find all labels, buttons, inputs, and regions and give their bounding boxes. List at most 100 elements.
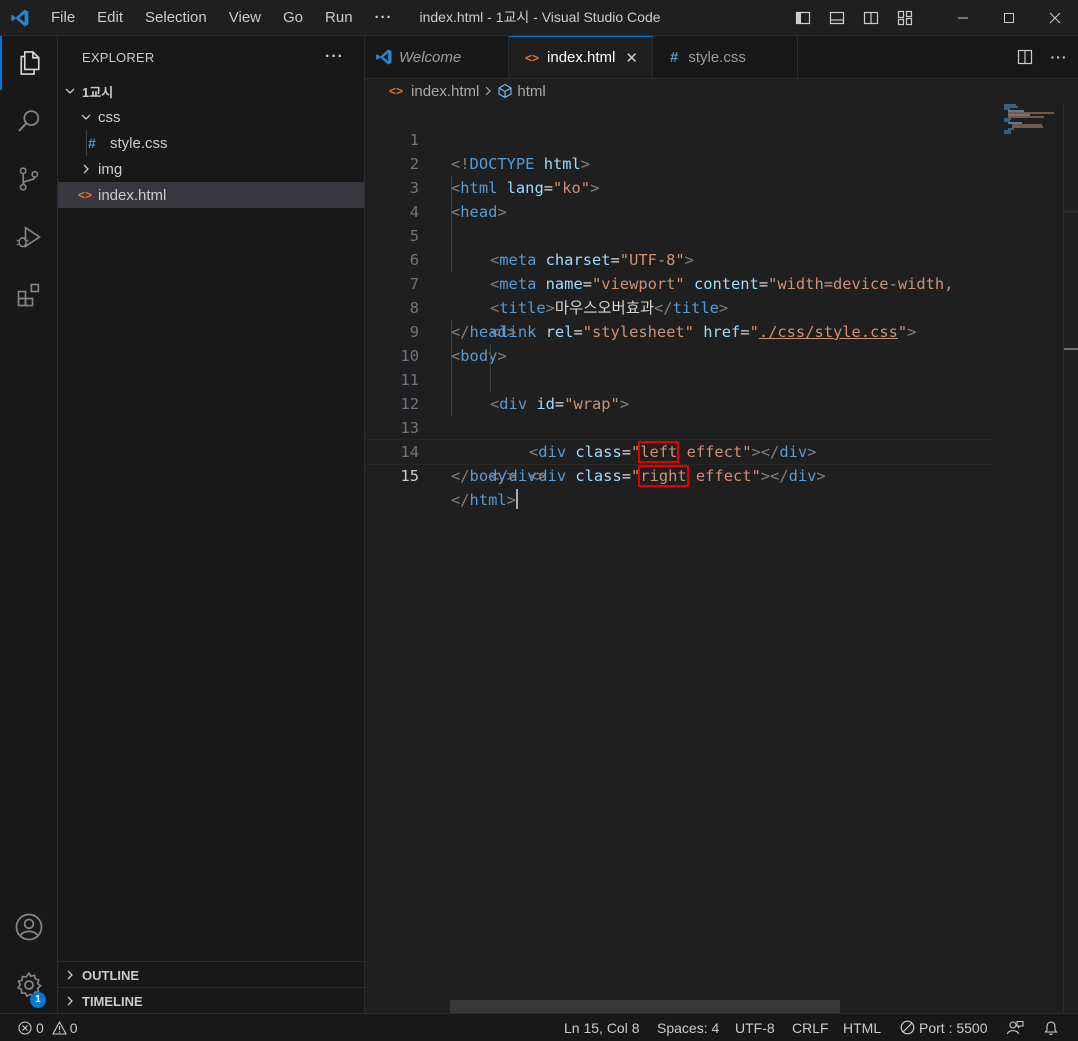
scrollbar-marker <box>1064 210 1078 213</box>
live-server-port[interactable]: Port : 5500 <box>900 1014 988 1041</box>
explorer-root-folder[interactable]: 1교시 <box>58 78 364 104</box>
vscode-logo-icon <box>375 48 393 66</box>
warning-icon <box>51 1020 67 1035</box>
notifications-bell-icon[interactable] <box>1043 1014 1059 1041</box>
code-line: 9 <body> <box>365 296 995 365</box>
tab-label: style.css <box>688 48 746 66</box>
indent-guide <box>451 176 452 200</box>
editor-more-actions-icon[interactable]: ··· <box>1040 49 1078 65</box>
timeline-section[interactable]: TIMELINE <box>58 987 364 1014</box>
chevron-right-icon <box>483 85 493 97</box>
circle-slash-icon <box>900 1020 915 1035</box>
explorer-icon[interactable] <box>0 36 57 90</box>
manage-gear-icon[interactable]: 1 <box>0 958 57 1012</box>
tree-folder-css[interactable]: css <box>58 104 364 130</box>
chevron-down-icon <box>78 109 94 125</box>
minimap[interactable] <box>996 104 1063 1013</box>
window-title: index.html - 1교시 - Visual Studio Code <box>419 9 661 25</box>
close-window-icon[interactable] <box>1032 0 1078 35</box>
encoding-setting[interactable]: UTF-8 <box>735 1014 775 1041</box>
toggle-secondary-sidebar-icon[interactable] <box>854 0 888 35</box>
scroll-position-marker <box>1064 348 1078 350</box>
explorer-more-actions[interactable]: ··· <box>325 48 344 66</box>
code-line: 1 <!DOCTYPE html> <box>365 104 995 173</box>
breadcrumb-symbol[interactable]: html <box>517 83 545 100</box>
code-line: 12 <div class="right effect"></div> <box>365 368 995 487</box>
code-line: 5 <meta name="viewport" content="width=d… <box>365 200 995 293</box>
code-line: 14 </body> <box>365 416 995 485</box>
indent-guide <box>451 248 452 272</box>
vertical-scrollbar[interactable] <box>1063 104 1078 1013</box>
menu-edit[interactable]: Edit <box>86 0 134 35</box>
cursor-position[interactable]: Ln 15, Col 8 <box>564 1014 640 1041</box>
indent-guide <box>490 368 491 392</box>
code-line: 3 <head> <box>365 152 995 221</box>
source-control-icon[interactable] <box>0 152 57 206</box>
indent-guide <box>86 130 87 156</box>
highlighted-class-right: right <box>638 465 689 487</box>
chevron-right-icon <box>62 967 78 983</box>
close-tab-icon[interactable]: ✕ <box>625 49 638 67</box>
tab-index-html[interactable]: <> index.html ✕ <box>509 36 653 78</box>
toggle-primary-sidebar-icon[interactable] <box>786 0 820 35</box>
menu-file[interactable]: File <box>40 0 86 35</box>
code-line: 13 </div> <box>365 392 995 485</box>
code-editor[interactable]: 1 <!DOCTYPE html> 2 <html lang="ko"> 3 <… <box>365 104 995 999</box>
indentation-setting[interactable]: Spaces: 4 <box>657 1014 719 1041</box>
maximize-icon[interactable] <box>986 0 1032 35</box>
toggle-panel-icon[interactable] <box>820 0 854 35</box>
code-line: 4 <meta charset="UTF-8"> <box>365 176 995 269</box>
tab-style-css[interactable]: # style.css <box>654 36 798 78</box>
split-editor-icon[interactable] <box>1010 49 1040 65</box>
indent-guide <box>451 392 452 416</box>
minimize-icon[interactable] <box>940 0 986 35</box>
tree-item-label: css <box>98 108 121 126</box>
tree-item-label: index.html <box>98 186 167 204</box>
port-label: Port : 5500 <box>919 1019 988 1036</box>
eol-setting[interactable]: CRLF <box>792 1014 829 1041</box>
tree-file-style-css[interactable]: # style.css <box>58 130 364 156</box>
line-number: 15 <box>400 467 419 485</box>
feedback-icon[interactable] <box>1006 1014 1024 1041</box>
explorer-sidebar: EXPLORER ··· 1교시 css # style.css img <> … <box>58 36 365 1013</box>
tree-item-label: img <box>98 160 123 178</box>
text-cursor <box>515 489 518 509</box>
code-line: 7 <link rel="stylesheet" href="./css/sty… <box>365 248 995 341</box>
search-icon[interactable] <box>0 94 57 148</box>
run-and-debug-icon[interactable] <box>0 210 57 264</box>
tab-welcome[interactable]: Welcome <box>365 36 509 78</box>
title-bar: File Edit Selection View Go Run ··· inde… <box>0 0 1078 36</box>
indent-guide <box>451 368 452 392</box>
outline-label: OUTLINE <box>82 967 140 983</box>
tab-label: Welcome <box>399 48 462 66</box>
current-code-line: 15 </html> <box>365 439 995 509</box>
tree-item-label: style.css <box>110 134 168 152</box>
indent-guide <box>451 344 452 368</box>
explorer-title: EXPLORER <box>82 49 155 65</box>
indent-guide <box>451 200 452 224</box>
extensions-icon[interactable] <box>0 268 57 322</box>
code-line: 10 <div id="wrap"> <box>365 320 995 413</box>
editor-tabs: Welcome <> index.html ✕ # style.css ··· <box>365 36 1078 79</box>
accounts-icon[interactable] <box>0 900 57 954</box>
chevron-right-icon <box>62 993 78 1009</box>
indent-guide <box>451 320 452 344</box>
menu-selection[interactable]: Selection <box>134 0 218 35</box>
css-file-icon: # <box>88 135 96 151</box>
html-file-icon: <> <box>525 50 540 65</box>
breadcrumb-file[interactable]: index.html <box>411 83 479 100</box>
chevron-down-icon <box>62 83 78 99</box>
settings-update-badge: 1 <box>30 992 46 1008</box>
error-count: 0 <box>36 1019 44 1036</box>
indent-guide <box>490 344 491 368</box>
breadcrumb: <> index.html html <box>365 79 1078 103</box>
outline-section[interactable]: OUTLINE <box>58 961 364 988</box>
language-mode[interactable]: HTML <box>843 1014 881 1041</box>
problems-indicator[interactable]: 0 0 <box>18 1014 78 1041</box>
customize-layout-icon[interactable] <box>888 0 922 35</box>
timeline-label: TIMELINE <box>82 993 143 1009</box>
menu-view[interactable]: View <box>218 0 272 35</box>
horizontal-scrollbar[interactable] <box>450 1000 840 1013</box>
tree-folder-img[interactable]: img <box>58 156 364 182</box>
tree-file-index-html[interactable]: <> index.html <box>58 182 364 208</box>
